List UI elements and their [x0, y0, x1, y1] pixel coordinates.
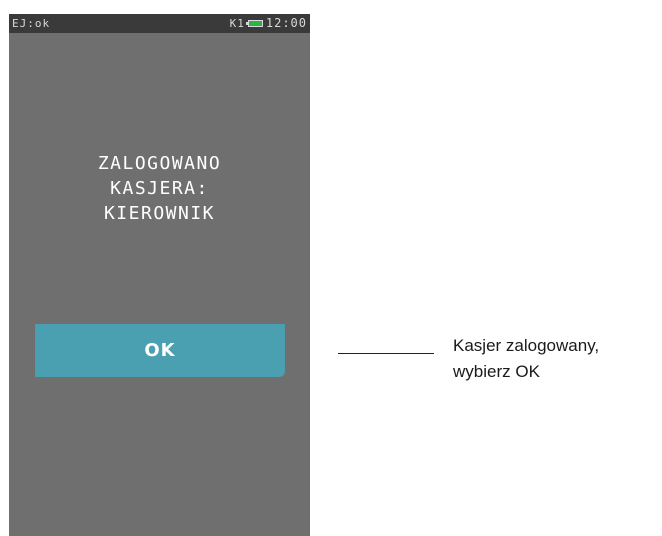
clock: 12:00 — [265, 16, 307, 30]
status-bar: EJ:ok K1 12:00 — [9, 14, 310, 33]
message-line-1: ZALOGOWANO — [97, 153, 222, 174]
ok-button-label: OK — [144, 340, 176, 361]
device-screen: EJ:ok K1 12:00 ZALOGOWANO KASJERA: KIERO… — [9, 14, 310, 536]
status-right-group: K1 12:00 — [230, 14, 307, 33]
callout-line-2: wybierz OK — [453, 362, 540, 381]
page: EJ:ok K1 12:00 ZALOGOWANO KASJERA: KIERO… — [0, 0, 662, 536]
ok-button[interactable]: OK — [35, 324, 285, 377]
ej-status: EJ:ok — [12, 17, 51, 30]
message-line-3: KIEROWNIK — [103, 203, 216, 224]
message-line-2: KASJERA: — [110, 178, 209, 199]
callout-line-1: Kasjer zalogowany, — [453, 336, 600, 355]
callout-text: Kasjer zalogowany, wybierz OK — [453, 333, 599, 385]
keyboard-indicator: K1 — [229, 17, 245, 30]
login-message: ZALOGOWANO KASJERA: KIEROWNIK — [9, 151, 310, 226]
battery-icon — [245, 20, 263, 27]
callout-line — [338, 353, 434, 354]
